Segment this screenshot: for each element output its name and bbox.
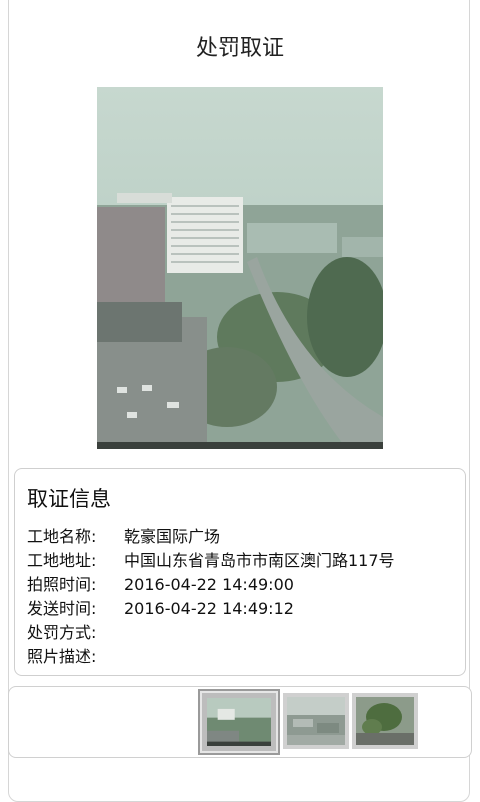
info-rows: 工地名称: 乾豪国际广场 工地地址: 中国山东省青岛市市南区澳门路117号 拍照…: [27, 525, 395, 669]
info-label: 工地地址:: [27, 551, 97, 570]
info-label: 照片描述:: [27, 647, 97, 666]
info-value: 2016-04-22 14:49:00: [124, 575, 294, 594]
info-value: 乾豪国际广场: [124, 527, 221, 546]
info-value: 2016-04-22 14:49:12: [124, 599, 294, 618]
info-row-site-address: 工地地址: 中国山东省青岛市市南区澳门路117号: [27, 549, 395, 573]
info-row-penalty-method: 处罚方式:: [27, 621, 395, 645]
info-label: 拍照时间:: [27, 575, 97, 594]
info-label: 工地名称:: [27, 527, 97, 546]
info-label: 处罚方式:: [27, 623, 97, 642]
info-row-photo-description: 照片描述:: [27, 645, 395, 669]
thumbnail-strip[interactable]: [198, 689, 421, 755]
info-value: 中国山东省青岛市市南区澳门路117号: [124, 551, 395, 570]
thumbnail-image: [207, 698, 271, 746]
thumbnail-selected[interactable]: [198, 689, 280, 755]
info-row-send-time: 发送时间: 2016-04-22 14:49:12: [27, 597, 395, 621]
info-row-site-name: 工地名称: 乾豪国际广场: [27, 525, 395, 549]
evidence-photo[interactable]: [97, 87, 383, 449]
info-card-title: 取证信息: [27, 487, 111, 511]
thumbnail[interactable]: [352, 693, 418, 749]
info-label: 发送时间:: [27, 599, 97, 618]
page-title: 处罚取证: [195, 36, 284, 61]
evidence-photo-image: [97, 87, 383, 449]
thumbnail-image: [356, 697, 414, 745]
thumbnail-image: [287, 697, 345, 745]
info-row-photo-time: 拍照时间: 2016-04-22 14:49:00: [27, 573, 395, 597]
thumbnail[interactable]: [283, 693, 349, 749]
evidence-info-card: 取证信息 工地名称: 乾豪国际广场 工地地址: 中国山东省青岛市市南区澳门路11…: [14, 468, 466, 676]
